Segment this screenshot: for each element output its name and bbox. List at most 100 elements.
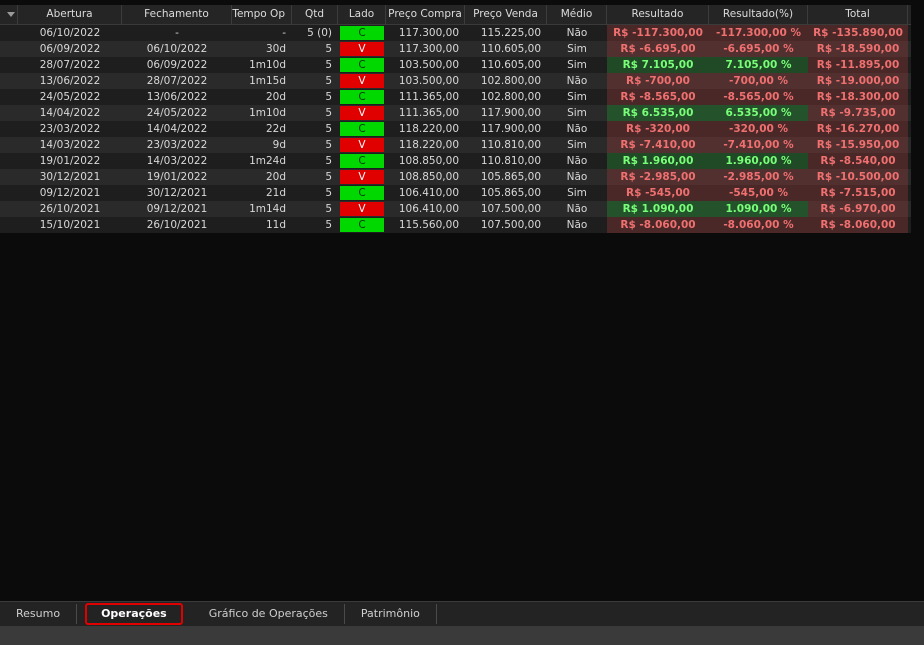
cell-medio: Não [566,27,588,39]
cell-abertura: 14/04/2022 [39,107,101,119]
header-preco-compra[interactable]: Preço Compra [386,5,465,24]
cell-abertura: 26/10/2021 [39,203,101,215]
cell-qtd: 5 [325,43,332,55]
cell-qtd: 5 [325,219,332,231]
cell-medio: Não [566,155,588,167]
header-qtd[interactable]: Qtd [292,5,338,24]
tab-operacoes[interactable]: Operações [85,603,183,625]
cell-preco-compra: 117.300,00 [398,43,459,55]
row-gutter [0,217,18,233]
cell-resultado: R$ -8.060,00 [607,217,709,233]
header-tempo-op[interactable]: Tempo Op [232,5,292,24]
cell-lado: C [338,121,386,137]
cell-medio: Não [566,123,588,135]
header-fechamento[interactable]: Fechamento [122,5,232,24]
tab-patrimonio[interactable]: Patrimônio [345,604,437,624]
cell-total: R$ -6.970,00 [808,201,908,217]
cell-total: R$ -15.950,00 [808,137,908,153]
cell-total: R$ -11.895,00 [808,57,908,73]
sell-side-badge: V [340,42,384,56]
cell-resultado-pct: -320,00 % [709,121,808,137]
buy-side-badge: C [340,90,384,104]
cell-preco-compra: 118.220,00 [398,139,459,151]
cell-total: R$ -18.590,00 [808,41,908,57]
cell-fechamento: 28/07/2022 [146,75,208,87]
cell-fechamento: 26/10/2021 [146,219,208,231]
cell-abertura: 23/03/2022 [39,123,101,135]
cell-lado: C [338,185,386,201]
table-row[interactable]: 09/12/2021 30/12/2021 21d 5 C 106.410,00 105.8… [0,185,911,201]
cell-qtd: 5 [325,155,332,167]
cell-resultado: R$ -8.565,00 [607,89,709,105]
cell-total: R$ -10.500,00 [808,169,908,185]
table-row[interactable]: 13/06/2022 28/07/2022 1m15d 5 V 103.500,00 102… [0,73,911,89]
row-gutter [0,57,18,73]
cell-preco-compra: 111.365,00 [398,107,459,119]
table-row[interactable]: 28/07/2022 06/09/2022 1m10d 5 C 103.500,00 110… [0,57,911,73]
cell-tempo-op: 9d [272,139,286,151]
bottom-tab-bar: Resumo Operações Gráfico de Operações Pa… [0,601,924,626]
cell-abertura: 19/01/2022 [39,155,101,167]
cell-tempo-op: 22d [265,123,286,135]
buy-side-badge: C [340,58,384,72]
cell-preco-venda: 110.605,00 [480,43,541,55]
cell-lado: V [338,169,386,185]
cell-qtd: 5 [325,123,332,135]
header-resultado-pct[interactable]: Resultado(%) [709,5,808,24]
cell-preco-compra: 108.850,00 [398,155,459,167]
header-total[interactable]: Total [808,5,908,24]
cell-medio: Sim [567,59,587,71]
cell-resultado: R$ -6.695,00 [607,41,709,57]
cell-lado: C [338,153,386,169]
cell-fechamento: 09/12/2021 [146,203,208,215]
table-row[interactable]: 14/03/2022 23/03/2022 9d 5 V 118.220,00 110.81… [0,137,911,153]
sell-side-badge: V [340,74,384,88]
table-row[interactable]: 15/10/2021 26/10/2021 11d 5 C 115.560,00 107.5… [0,217,911,233]
header-abertura[interactable]: Abertura [18,5,122,24]
table-row[interactable]: 06/10/2022 - - 5 (0) C 117.300,00 115.225,00 Nã… [0,25,911,41]
cell-abertura: 06/10/2022 [39,27,101,39]
header-preco-venda[interactable]: Preço Venda [465,5,547,24]
cell-resultado: R$ 1.960,00 [607,153,709,169]
cell-resultado: R$ -117.300,00 [607,25,709,41]
header-resultado[interactable]: Resultado [607,5,709,24]
table-row[interactable]: 19/01/2022 14/03/2022 1m24d 5 C 108.850,00 110… [0,153,911,169]
table-row[interactable]: 26/10/2021 09/12/2021 1m14d 5 V 106.410,00 107… [0,201,911,217]
cell-resultado: R$ 7.105,00 [607,57,709,73]
row-gutter [0,137,18,153]
table-row[interactable]: 24/05/2022 13/06/2022 20d 5 C 111.365,00 102.8… [0,89,911,105]
cell-preco-venda: 102.800,00 [480,75,541,87]
row-gutter [0,185,18,201]
sell-side-badge: V [340,138,384,152]
cell-total: R$ -135.890,00 [808,25,908,41]
cell-resultado-pct: -6.695,00 % [709,41,808,57]
tab-resumo[interactable]: Resumo [0,604,78,624]
sell-side-badge: V [340,106,384,120]
cell-preco-compra: 115.560,00 [398,219,459,231]
buy-side-badge: C [340,186,384,200]
cell-medio: Não [566,75,588,87]
cell-preco-venda: 117.900,00 [480,107,541,119]
sort-triangle-icon[interactable] [0,5,18,24]
header-lado[interactable]: Lado [338,5,386,24]
table-row[interactable]: 06/09/2022 06/10/2022 30d 5 V 117.300,00 110.6… [0,41,911,57]
cell-resultado: R$ 6.535,00 [607,105,709,121]
table-row[interactable]: 14/04/2022 24/05/2022 1m10d 5 V 111.365,00 117… [0,105,911,121]
table-row[interactable]: 30/12/2021 19/01/2022 20d 5 V 108.850,00 105.8… [0,169,911,185]
cell-resultado: R$ -545,00 [607,185,709,201]
cell-lado: V [338,73,386,89]
cell-lado: V [338,41,386,57]
cell-qtd: 5 [325,187,332,199]
cell-medio: Sim [567,187,587,199]
cell-preco-compra: 103.500,00 [398,75,459,87]
cell-resultado-pct: 6.535,00 % [709,105,808,121]
header-medio[interactable]: Médio [547,5,607,24]
cell-tempo-op: - [282,27,286,39]
buy-side-badge: C [340,122,384,136]
tab-grafico-de-operacoes[interactable]: Gráfico de Operações [193,604,345,624]
table-row[interactable]: 23/03/2022 14/04/2022 22d 5 C 118.220,00 117.9… [0,121,911,137]
cell-qtd: 5 [325,203,332,215]
cell-lado: V [338,201,386,217]
cell-abertura: 14/03/2022 [39,139,101,151]
row-gutter [0,153,18,169]
